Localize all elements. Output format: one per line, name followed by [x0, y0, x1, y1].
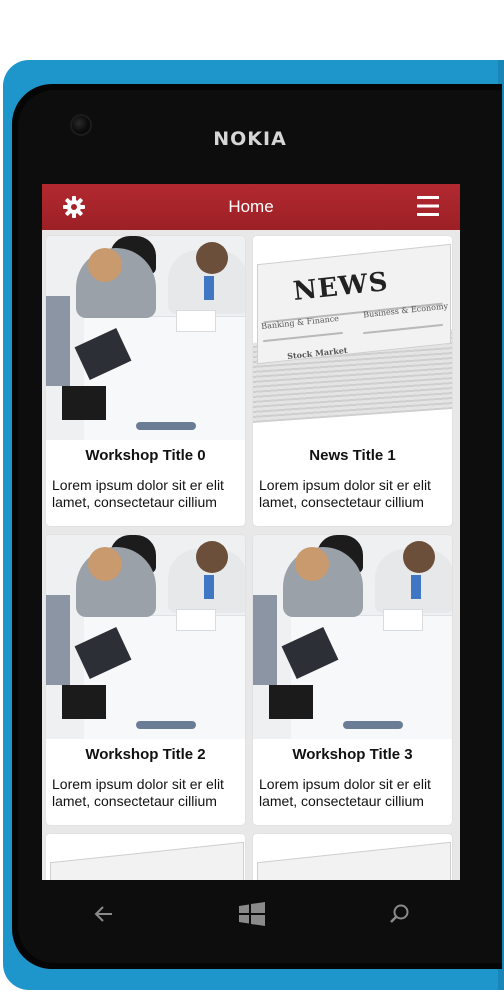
windows-logo-icon[interactable] [238, 902, 265, 926]
card-item[interactable]: Workshop Title 2 Lorem ipsum dolor sit e… [46, 535, 245, 825]
back-arrow-icon[interactable] [92, 902, 116, 926]
stage: NOKIA Home Workshop Title 0 Lorem ipsum … [0, 0, 504, 1001]
card-item-partial[interactable] [253, 834, 452, 880]
card-description: Lorem ipsum dolor sit er elit lamet, con… [259, 477, 431, 510]
brand-logo: NOKIA [213, 128, 287, 150]
card-item-partial[interactable] [46, 834, 245, 880]
card-item[interactable]: Workshop Title 3 Lorem ipsum dolor sit e… [253, 535, 452, 825]
page-title: Home [228, 197, 274, 216]
card-description: Lorem ipsum dolor sit er elit lamet, con… [52, 477, 224, 510]
workshop-photo [46, 236, 245, 440]
card-title: Workshop Title 0 [85, 447, 206, 464]
card-title: Workshop Title 3 [292, 746, 413, 763]
search-icon[interactable] [388, 902, 412, 926]
card-description: Lorem ipsum dolor sit er elit lamet, con… [52, 776, 224, 809]
card-title: Workshop Title 2 [85, 746, 206, 763]
card-item[interactable]: Workshop Title 0 Lorem ipsum dolor sit e… [46, 236, 245, 526]
card-title: News Title 1 [309, 447, 396, 464]
news-photo [253, 834, 452, 880]
app-screen: Home Workshop Title 0 Lorem ipsum dolor … [42, 184, 460, 880]
news-photo: NEWS Banking & Finance Business & Econom… [253, 236, 452, 440]
app-header: Home [42, 184, 460, 230]
card-description: Lorem ipsum dolor sit er elit lamet, con… [259, 776, 431, 809]
system-navigation-bar [42, 880, 460, 950]
workshop-photo [253, 535, 452, 739]
hamburger-menu-icon[interactable] [416, 194, 440, 218]
workshop-photo [46, 535, 245, 739]
news-photo [46, 834, 245, 880]
front-camera [70, 114, 92, 136]
card-item[interactable]: NEWS Banking & Finance Business & Econom… [253, 236, 452, 526]
